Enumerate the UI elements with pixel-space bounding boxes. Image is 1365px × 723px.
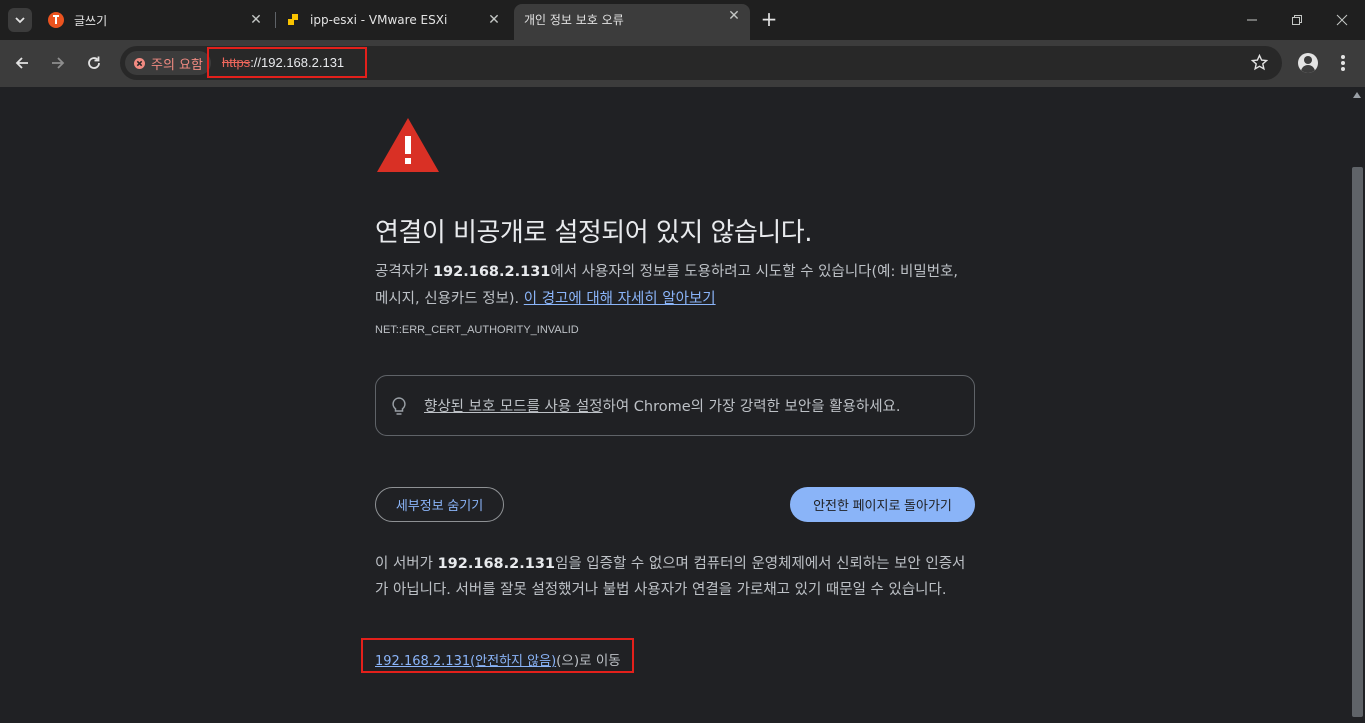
tab-label: ipp-esxi - VMware ESXi xyxy=(310,13,448,27)
scrollbar[interactable] xyxy=(1350,87,1365,723)
warning-triangle-icon xyxy=(377,118,439,172)
tab-write[interactable]: 글쓰기 ✕ xyxy=(40,6,272,34)
desc-prefix: 공격자가 xyxy=(375,264,433,280)
vmware-icon xyxy=(286,12,302,28)
window-close-icon[interactable] xyxy=(1332,10,1352,30)
profile-avatar-icon[interactable] xyxy=(1298,53,1318,73)
close-icon[interactable]: ✕ xyxy=(486,12,502,28)
main-message: 공격자가 192.168.2.131에서 사용자의 정보를 도용하려고 시도할 … xyxy=(375,259,975,313)
page-title: 연결이 비공개로 설정되어 있지 않습니다. xyxy=(375,218,812,248)
close-icon[interactable]: ✕ xyxy=(726,8,742,24)
details-host: 192.168.2.131 xyxy=(437,556,555,572)
reload-icon[interactable] xyxy=(83,52,105,74)
minimize-icon[interactable] xyxy=(1242,10,1262,30)
highlight-box-url xyxy=(207,47,367,78)
scroll-up-icon[interactable] xyxy=(1353,92,1361,98)
details-text: 이 서버가 192.168.2.131임을 입증할 수 없으며 컴퓨터의 운영체… xyxy=(375,551,975,603)
tab-privacy-error[interactable]: 개인 정보 보호 오류 ✕ xyxy=(514,4,750,40)
tab-esxi[interactable]: ipp-esxi - VMware ESXi ✕ xyxy=(278,6,510,34)
back-to-safety-button[interactable]: 안전한 페이지로 돌아가기 xyxy=(790,487,975,522)
enhanced-protection-link[interactable]: 향상된 보호 모드를 사용 설정 xyxy=(424,399,603,415)
lightbulb-icon xyxy=(390,396,408,416)
security-chip-label: 주의 요함 xyxy=(151,57,203,73)
kebab-menu-icon[interactable] xyxy=(1340,54,1346,74)
new-tab-button[interactable]: + xyxy=(758,7,780,31)
hide-details-button[interactable]: 세부정보 숨기기 xyxy=(375,487,504,522)
chevron-down-icon xyxy=(15,17,25,24)
tistory-icon xyxy=(48,12,64,28)
learn-more-link[interactable]: 이 경고에 대해 자세히 알아보기 xyxy=(524,291,716,307)
restore-icon[interactable] xyxy=(1287,10,1307,30)
highlight-box-proceed xyxy=(361,638,634,673)
forward-arrow-icon[interactable] xyxy=(47,52,69,74)
enhanced-protection-promo: 향상된 보호 모드를 사용 설정하여 Chrome의 가장 강력한 보안을 활용… xyxy=(375,375,975,436)
tab-search-button[interactable] xyxy=(8,8,32,32)
interstitial-page: 연결이 비공개로 설정되어 있지 않습니다. 공격자가 192.168.2.13… xyxy=(0,87,1350,723)
tab-divider xyxy=(275,12,276,28)
error-circle-icon xyxy=(134,57,145,69)
browser-toolbar: 주의 요함 https://192.168.2.131 xyxy=(0,40,1365,87)
tab-label: 글쓰기 xyxy=(74,13,108,28)
details-prefix: 이 서버가 xyxy=(375,556,438,572)
scrollbar-thumb[interactable] xyxy=(1352,167,1363,717)
promo-text: 하여 Chrome의 가장 강력한 보안을 활용하세요. xyxy=(602,399,901,415)
close-icon[interactable]: ✕ xyxy=(248,12,264,28)
security-chip[interactable]: 주의 요함 xyxy=(125,51,211,75)
bookmark-star-icon[interactable] xyxy=(1250,53,1269,75)
back-arrow-icon[interactable] xyxy=(11,52,33,74)
error-code: NET::ERR_CERT_AUTHORITY_INVALID xyxy=(375,324,579,336)
tab-strip: 글쓰기 ✕ ipp-esxi - VMware ESXi ✕ 개인 정보 보호 … xyxy=(0,0,1365,40)
tab-label: 개인 정보 보호 오류 xyxy=(524,12,624,27)
desc-host: 192.168.2.131 xyxy=(432,264,551,280)
